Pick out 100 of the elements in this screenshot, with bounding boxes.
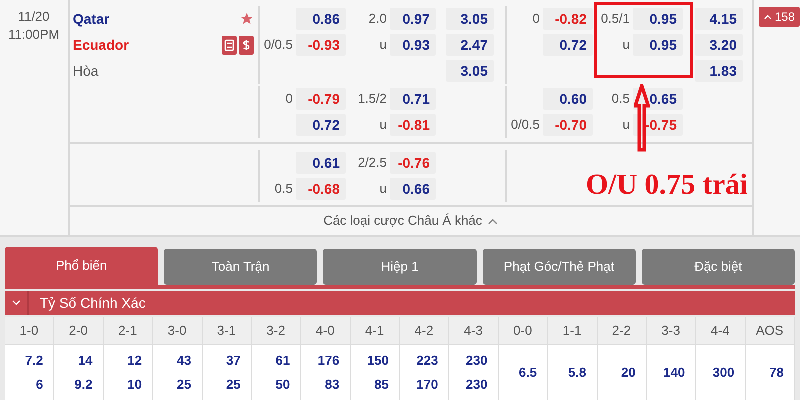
odds-button[interactable]: 3.20 (695, 34, 743, 56)
handicap-line: u (380, 181, 387, 196)
odds-button[interactable]: -0.82 (543, 8, 593, 30)
score-odds[interactable]: 7.2 (25, 352, 44, 370)
odds-button[interactable]: -0.81 (390, 114, 436, 136)
odds-button[interactable]: 0.66 (390, 178, 436, 200)
odds-button[interactable]: 0.95 (633, 34, 683, 56)
score-odds[interactable]: 5.8 (568, 364, 586, 382)
star-icon[interactable] (240, 12, 254, 26)
score-odds[interactable]: 300 (712, 364, 735, 382)
score-label: AOS (756, 322, 784, 340)
tab[interactable]: Đặc biệt (642, 249, 796, 285)
handicap-line: 1.5/2 (358, 91, 387, 106)
score-odds[interactable]: 230 (466, 376, 488, 394)
score-label: 4-0 (316, 322, 335, 340)
match-time: 11:00PM (8, 26, 60, 44)
score-label: 0-0 (514, 322, 532, 340)
odds-button[interactable]: 0.60 (543, 88, 593, 110)
score-odds[interactable]: 150 (367, 352, 389, 370)
more-markets-button[interactable]: 158 (759, 7, 800, 27)
score-label: 3-2 (266, 322, 286, 340)
caret-icon (488, 218, 498, 224)
score-odds[interactable]: 12 (128, 352, 142, 370)
score-label: 4-1 (365, 322, 384, 340)
odds-button[interactable]: -0.68 (296, 178, 346, 200)
team-name: Qatar (73, 10, 110, 29)
score-odds[interactable]: 61 (276, 352, 290, 370)
odds-button[interactable]: 0.95 (633, 8, 683, 30)
score-label: 4-4 (711, 322, 730, 340)
tab[interactable]: Hiệp 1 (323, 249, 477, 285)
handicap-line: 0/0.5 (264, 37, 293, 52)
score-odds[interactable]: 83 (325, 376, 340, 394)
score-label: 2-1 (118, 322, 138, 340)
score-odds[interactable]: 176 (318, 352, 340, 370)
score-odds[interactable]: 10 (128, 376, 142, 394)
tab[interactable]: Toàn Trận (164, 249, 318, 285)
score-odds[interactable]: 85 (374, 376, 389, 394)
score-label: 2-0 (69, 322, 88, 340)
score-label: 2-2 (612, 322, 632, 340)
tab[interactable]: Phạt Góc/Thẻ Phạt (482, 249, 636, 285)
more-asian-bets-link[interactable]: Các loại cược Châu Á khác (324, 211, 498, 231)
handicap-line: 2/2.5 (358, 155, 387, 170)
section-title: Tỷ Số Chính Xác (40, 294, 146, 313)
score-odds[interactable]: 140 (664, 364, 686, 382)
score-odds[interactable]: 25 (226, 376, 241, 394)
tab[interactable]: Phổ biến (5, 247, 158, 285)
odds-button[interactable]: -0.70 (543, 114, 593, 136)
score-odds[interactable]: 50 (276, 376, 290, 394)
dollar-icon[interactable] (239, 36, 254, 54)
odds-button[interactable]: -0.76 (390, 152, 436, 174)
handicap-line: 0.5 (274, 181, 293, 196)
odds-button[interactable]: 3.05 (446, 60, 494, 82)
score-odds[interactable]: 43 (177, 352, 192, 370)
handicap-line: u (380, 37, 387, 52)
score-odds[interactable]: 25 (177, 376, 192, 394)
handicap-line: u (622, 117, 630, 132)
odds-button[interactable]: 0.97 (390, 8, 436, 30)
score-odds[interactable]: 20 (621, 364, 636, 382)
odds-button[interactable]: 3.05 (446, 8, 494, 30)
score-label: 3-3 (662, 322, 680, 340)
score-odds[interactable]: 170 (416, 376, 438, 394)
odds-button[interactable]: -0.93 (296, 34, 346, 56)
handicap-line: 0.5/1 (601, 11, 630, 26)
score-odds[interactable]: 6.5 (519, 364, 538, 382)
odds-button[interactable]: -0.79 (296, 88, 346, 110)
odds-button[interactable]: 0.72 (296, 114, 346, 136)
match-date: 11/20 (18, 8, 50, 26)
score-odds[interactable]: 230 (466, 352, 488, 370)
score-odds[interactable]: 6 (36, 376, 44, 394)
odds-button[interactable]: 2.47 (446, 34, 494, 56)
scoreboard-icon[interactable] (222, 36, 237, 54)
odds-button[interactable]: 0.71 (390, 88, 436, 110)
score-odds[interactable]: 78 (770, 364, 784, 382)
score-label: 1-0 (20, 322, 39, 340)
score-label: 4-3 (464, 322, 483, 340)
score-odds[interactable]: 9.2 (74, 376, 93, 394)
score-label: 3-1 (217, 322, 236, 340)
odds-button[interactable]: 0.86 (296, 8, 346, 30)
team-name: Hòa (73, 62, 99, 80)
handicap-line: 0.5 (612, 91, 630, 106)
score-odds[interactable]: 14 (78, 352, 93, 370)
handicap-line: 2.0 (368, 11, 387, 26)
score-label: 3-0 (168, 322, 187, 340)
section-header[interactable]: Tỷ Số Chính Xác (5, 291, 795, 315)
team-name: Ecuador (73, 36, 130, 54)
handicap-line: u (622, 37, 630, 52)
handicap-line: 0 (532, 11, 540, 26)
odds-button[interactable]: 0.61 (296, 152, 346, 174)
score-odds[interactable]: 223 (416, 352, 438, 370)
score-odds[interactable]: 37 (226, 352, 241, 370)
handicap-line: 0/0.5 (511, 117, 540, 132)
score-label: 1-1 (562, 322, 582, 340)
odds-button[interactable]: 4.15 (695, 8, 743, 30)
caret-icon (764, 14, 772, 20)
odds-button[interactable]: 1.83 (695, 60, 743, 82)
odds-button[interactable]: 0.93 (390, 34, 436, 56)
annotation-text: O/U 0.75 trái (586, 168, 748, 203)
handicap-line: u (380, 117, 387, 132)
odds-button[interactable]: 0.72 (543, 34, 593, 56)
score-label: 4-2 (414, 322, 434, 340)
